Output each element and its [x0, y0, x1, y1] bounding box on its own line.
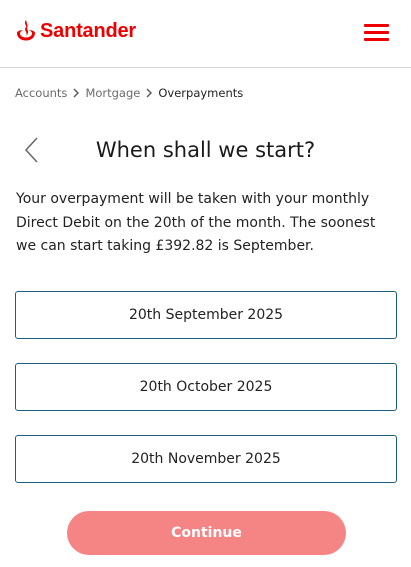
- santander-logo[interactable]: Santander: [15, 19, 136, 43]
- breadcrumb-accounts[interactable]: Accounts: [15, 86, 67, 100]
- breadcrumb-overpayments: Overpayments: [158, 86, 244, 100]
- hamburger-line: [364, 31, 389, 34]
- app-header: Santander: [0, 0, 411, 68]
- hamburger-menu-icon: [364, 24, 389, 27]
- santander-flame-icon: [17, 20, 35, 41]
- date-option-november[interactable]: 20th November 2025: [15, 435, 397, 483]
- overpayment-info-text: Your overpayment will be taken with your…: [16, 191, 376, 254]
- brand-name: Santander: [40, 19, 137, 42]
- breadcrumb-mortgage[interactable]: Mortgage: [85, 86, 140, 100]
- chevron-right-icon: [146, 88, 153, 98]
- hamburger-line: [364, 38, 389, 41]
- continue-button[interactable]: Continue: [67, 511, 346, 555]
- breadcrumb: Accounts Mortgage Overpayments: [15, 86, 243, 100]
- date-option-september[interactable]: 20th September 2025: [15, 291, 397, 339]
- date-option-october[interactable]: 20th October 2025: [15, 363, 397, 411]
- chevron-right-icon: [73, 88, 80, 98]
- page-title: When shall we start?: [95, 138, 316, 162]
- menu-button[interactable]: [364, 24, 394, 46]
